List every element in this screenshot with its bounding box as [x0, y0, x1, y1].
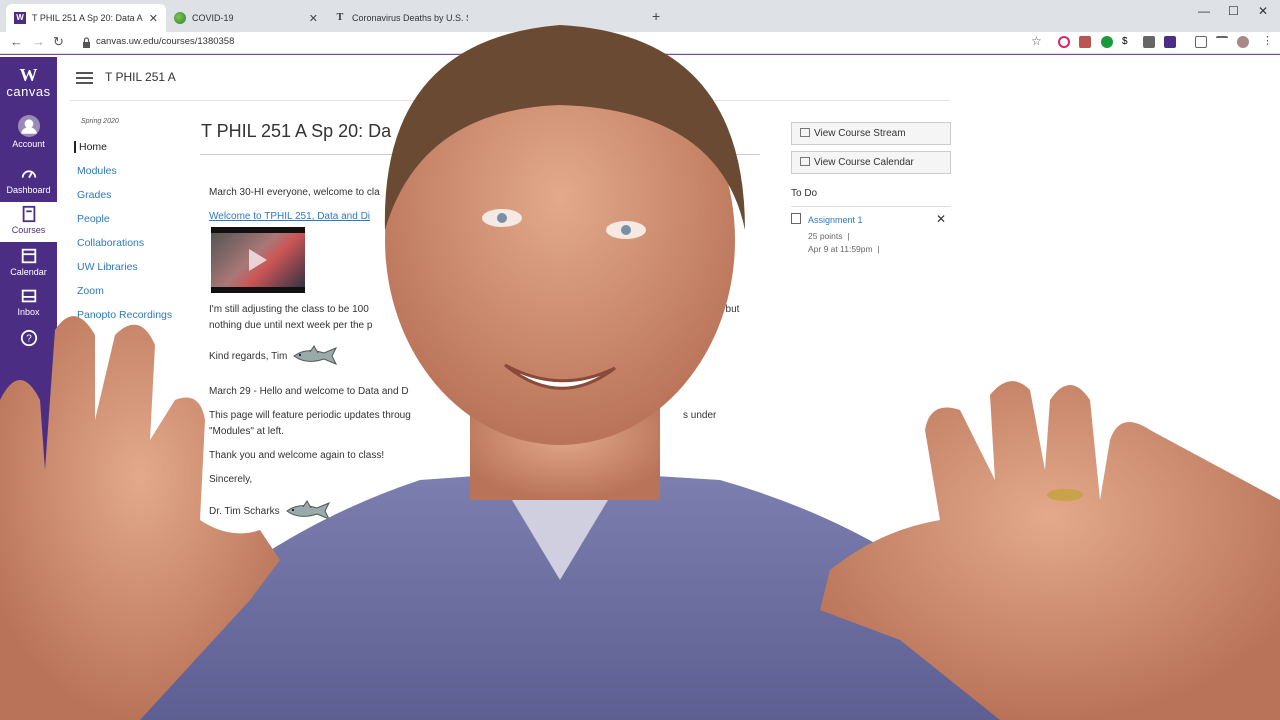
course-nav-home[interactable]: Home	[74, 141, 194, 153]
reading-list-icon[interactable]	[1216, 36, 1228, 48]
shark-icon	[293, 345, 338, 365]
todo-points: 25 points |	[808, 231, 850, 241]
todo-assignment-link[interactable]: Assignment 1	[808, 215, 863, 225]
tab-covid[interactable]: COVID-19 ✕	[166, 4, 326, 32]
nyt-favicon: T	[336, 12, 344, 23]
announcement-text: Thank you and welcome again to class!	[209, 450, 385, 461]
course-nav-zoom[interactable]: Zoom	[74, 285, 194, 297]
page-title: T PHIL 251 A Sp 20: Da	[201, 121, 392, 141]
nav-calendar[interactable]: Calendar	[0, 247, 57, 283]
todo-due: Apr 9 at 11:59pm |	[808, 244, 880, 254]
nav-dashboard[interactable]: Dashboard	[0, 165, 57, 201]
global-nav: W canvas Account Dashboard Courses Calen…	[0, 57, 57, 720]
breadcrumb[interactable]: T PHIL 251 A	[105, 70, 176, 84]
extension-icon[interactable]	[1164, 36, 1176, 48]
menu-dots-icon[interactable]: ⋮	[1262, 34, 1273, 47]
browser-window: W T PHIL 251 A Sp 20: Data And Di ✕ COVI…	[0, 0, 1280, 720]
welcome-video-link[interactable]: Welcome to TPHIL 251, Data and Di	[209, 209, 370, 225]
reload-icon[interactable]: ↻	[53, 34, 64, 50]
course-nav-panopto[interactable]: Panopto Recordings	[74, 309, 194, 321]
account-icon	[17, 115, 40, 137]
cast-icon[interactable]	[1195, 36, 1207, 48]
leave-student-view-button[interactable]: Leave Student View	[1158, 690, 1272, 718]
address-toolbar: ← → ↻ canvas.uw.edu/courses/1380358 ☆ $ …	[0, 32, 1280, 54]
courses-icon	[22, 205, 35, 223]
dismiss-todo-icon[interactable]: ✕	[936, 212, 946, 226]
assignment-icon	[791, 213, 801, 224]
announcement-text: s under	[683, 410, 717, 421]
globe-favicon	[174, 12, 186, 24]
play-icon	[249, 249, 267, 271]
hamburger-menu-icon[interactable]	[76, 72, 93, 87]
course-nav-modules[interactable]: Modules	[74, 165, 194, 177]
announcement-text: I'm still adjusting the class to be 100	[209, 304, 369, 315]
inbox-icon	[21, 289, 36, 303]
svg-text:?: ?	[26, 334, 32, 345]
extension-icon[interactable]	[1143, 36, 1155, 48]
todo-divider	[791, 206, 951, 207]
calendar-icon	[21, 248, 36, 264]
course-nav-grades[interactable]: Grades	[74, 189, 194, 201]
dashboard-icon	[21, 170, 36, 179]
nav-courses[interactable]: Courses	[0, 202, 57, 242]
video-thumbnail[interactable]	[211, 227, 305, 293]
todo-heading: To Do	[791, 188, 818, 199]
signature-text: Dr. Tim Scharks	[209, 506, 280, 517]
nav-help[interactable]: ?	[0, 329, 57, 353]
announcement-text: March 30-HI everyone, welcome to cla	[209, 187, 380, 198]
minimize-icon[interactable]: —	[1198, 4, 1210, 18]
announcement-text: t but	[720, 304, 740, 315]
canvas-logo[interactable]: W canvas	[0, 65, 57, 99]
bookmark-star-icon[interactable]: ☆	[1031, 34, 1042, 48]
extension-icon[interactable]	[1101, 36, 1113, 48]
help-icon: ?	[20, 329, 37, 347]
shark-icon	[286, 500, 331, 520]
course-nav-uw-libraries[interactable]: UW Libraries	[74, 261, 194, 273]
course-nav-collaborations[interactable]: Collaborations	[74, 237, 194, 249]
announcement-text: March 29 - Hello and welcome to Data and…	[209, 386, 409, 397]
course-nav-people[interactable]: People	[74, 213, 194, 225]
tab-canvas[interactable]: W T PHIL 251 A Sp 20: Data And Di ✕	[6, 4, 166, 32]
stream-icon	[800, 128, 810, 137]
uw-w-favicon: W	[14, 12, 26, 24]
maximize-icon[interactable]: ☐	[1228, 4, 1239, 18]
extension-icon[interactable]	[1079, 36, 1091, 48]
title-divider	[200, 154, 760, 155]
tab-close-icon[interactable]: ✕	[149, 12, 158, 25]
lock-icon	[83, 37, 90, 48]
extension-icon[interactable]: $	[1122, 36, 1134, 48]
nav-account[interactable]: Account	[0, 115, 57, 155]
new-tab-button[interactable]: +	[652, 8, 660, 24]
forward-arrow-icon[interactable]: →	[32, 34, 45, 49]
back-arrow-icon[interactable]: ←	[10, 34, 23, 49]
window-close-icon[interactable]: ✕	[1258, 4, 1268, 18]
term-label: Spring 2020	[81, 118, 119, 125]
announcement-text: Sincerely,	[209, 474, 253, 485]
tab-close-icon[interactable]: ✕	[309, 12, 318, 25]
tab-strip: W T PHIL 251 A Sp 20: Data And Di ✕ COVI…	[0, 0, 1280, 32]
announcement-text: nothing due until next week per the p	[209, 320, 373, 331]
announcement-text: This page will feature periodic updates …	[209, 410, 411, 421]
profile-avatar[interactable]	[1237, 36, 1249, 48]
view-course-calendar-button[interactable]: View Course Calendar	[791, 151, 951, 174]
address-bar-input[interactable]: canvas.uw.edu/courses/1380358	[96, 36, 234, 47]
calendar-icon	[800, 157, 810, 166]
signoff-text: Kind regards, Tim	[209, 351, 288, 362]
nav-inbox[interactable]: Inbox	[0, 287, 57, 323]
extension-icon[interactable]	[1058, 36, 1070, 48]
announcement-text: "Modules" at left.	[209, 426, 284, 437]
header-divider	[70, 100, 950, 101]
view-course-stream-button[interactable]: View Course Stream	[791, 122, 951, 145]
tab-nyt[interactable]: T Coronavirus Deaths by U.S. State	[326, 4, 476, 32]
